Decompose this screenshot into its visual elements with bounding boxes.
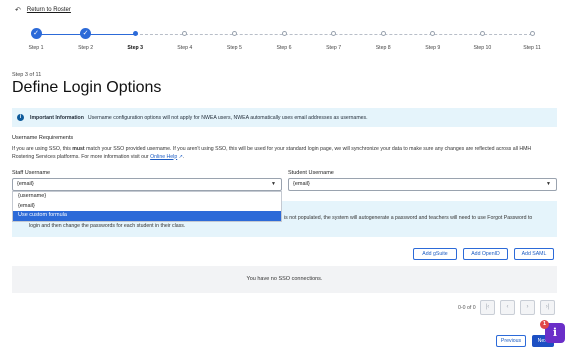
return-to-roster-label: Return to Roster [26,7,71,13]
step-label: Step 1 [28,45,44,51]
step-counter: Step 3 of 11 [12,72,42,78]
step-6: Step 6 [264,28,304,51]
step-4: Step 4 [165,28,205,51]
step-dot [331,31,337,36]
next-page-button[interactable]: › [520,300,535,315]
dropdown-option[interactable]: Use custom formula [13,211,281,221]
step-label: Step 3 [127,45,143,51]
step-9: Step 9 [413,28,453,51]
add-gsuite-button[interactable]: Add gSuite [413,248,457,260]
check-icon: ✓ [30,28,42,39]
step-dot [529,31,535,36]
progress-stepper: ✓ Step 1 ✓ Step 2 Step 3 Step 4 Step 5 Step 6 St… [0,28,570,58]
para-text: match your SSO provided username. If you… [12,146,532,160]
info-icon: i [17,114,24,121]
previous-button[interactable]: Previous [496,335,526,347]
prev-page-button[interactable]: ‹ [500,300,515,315]
step-3: Step 3 [115,28,155,51]
step-8: Step 8 [363,28,403,51]
online-help-link[interactable]: Online Help [150,154,177,160]
step-dot [182,31,188,36]
staff-username-value: {email} [17,181,34,187]
staff-username-label: Staff Username [12,170,51,176]
step-1: ✓ Step 1 [16,28,56,51]
para-text: If you are using SSO, this [12,146,73,152]
dropdown-option[interactable]: {email} [13,202,281,212]
step-label: Step 7 [326,45,342,51]
notification-badge: 1 [540,320,549,329]
step-label: Step 8 [375,45,391,51]
step-label: Step 2 [78,45,94,51]
check-icon: ✓ [80,28,92,39]
step-2: ✓ Step 2 [66,28,106,51]
username-requirements-text: If you are using SSO, this must match yo… [12,146,532,160]
step-10: Step 10 [462,28,502,51]
step-label: Step 11 [523,45,541,51]
return-to-roster-link[interactable]: ↶ Return to Roster [15,6,71,14]
step-label: Step 9 [425,45,441,51]
step-dot [132,31,138,36]
chevron-down-icon: ▼ [271,181,276,187]
student-username-select[interactable]: {email} ▼ [288,178,557,191]
external-link-icon: ↗ [178,153,184,160]
staff-username-select[interactable]: {email} ▼ [12,178,282,191]
step-label: Step 10 [473,45,492,51]
step-dot [281,31,287,36]
dropdown-option[interactable]: {username} [13,192,281,202]
chevron-down-icon: ▼ [546,181,551,187]
important-info-banner: i Important Information Username configu… [12,108,557,127]
step-label: Step 5 [226,45,242,51]
step-7: Step 7 [314,28,354,51]
step-label: Step 4 [177,45,193,51]
last-page-button[interactable]: ›| [540,300,555,315]
step-dot [430,31,436,36]
info-heading: Important Information [30,114,84,121]
step-dot [479,31,485,36]
password-info-line1: is not populated, the system will autoge… [284,215,533,221]
arrow-left-icon: ↶ [15,7,21,14]
info-text: Username configuration options will not … [87,114,368,121]
pagination-range: 0-0 of 0 [458,305,476,311]
page-title: Define Login Options [12,79,162,96]
step-label: Step 6 [276,45,292,51]
step-dot [380,31,386,36]
first-page-button[interactable]: |‹ [480,300,495,315]
section-title: Username Requirements [12,135,74,141]
add-openid-button[interactable]: Add OpenID [463,248,508,260]
student-username-value: {email} [293,181,310,187]
step-11: Step 11 [512,28,552,51]
step-5: Step 5 [214,28,254,51]
step-dot [231,31,237,36]
student-username-label: Student Username [288,170,334,176]
sso-empty-state: You have no SSO connections. [12,266,557,293]
staff-username-dropdown: {username} {email} Use custom formula [12,191,282,222]
password-info-line2: login and then change the passwords for … [29,223,186,229]
para-bold: must [72,146,85,152]
add-saml-button[interactable]: Add SAML [514,248,554,260]
